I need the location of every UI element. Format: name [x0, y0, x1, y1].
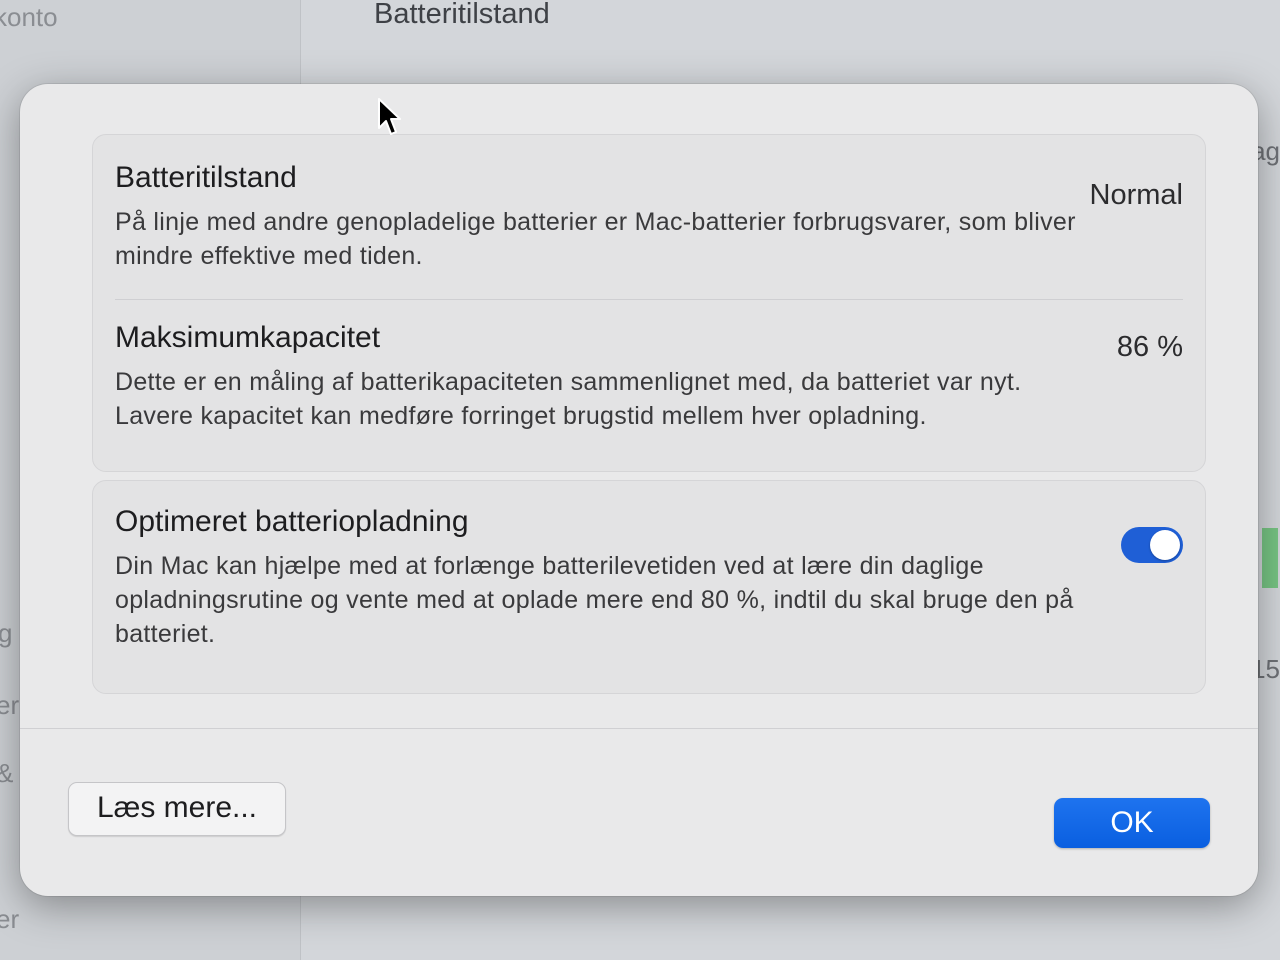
battery-health-title: Batteritilstand	[115, 161, 297, 194]
battery-info-group: Batteritilstand På linje med andre genop…	[92, 134, 1206, 472]
sidebar-fragment[interactable]: er	[0, 904, 19, 935]
optimized-charging-description: Din Mac kan hjælpe med at forlænge batte…	[115, 552, 1074, 648]
battery-health-description: På linje med andre genopladelige batteri…	[115, 208, 1076, 270]
max-capacity-value: 86 %	[1116, 331, 1183, 363]
row-divider	[115, 299, 1183, 300]
max-capacity-title: Maksimumkapacitet	[115, 321, 381, 354]
mouse-pointer-icon	[378, 98, 401, 135]
sidebar-fragment[interactable]: er	[0, 690, 19, 721]
battery-health-row: Batteritilstand På linje med andre genop…	[115, 161, 1183, 273]
battery-health-value: Normal	[1089, 179, 1183, 211]
sidebar-fragment[interactable]: &	[0, 758, 13, 789]
learn-more-button[interactable]: Læs mere...	[68, 782, 286, 836]
max-capacity-description: Dette er en måling af batterikapaciteten…	[115, 368, 1022, 430]
ok-button[interactable]: OK	[1054, 798, 1210, 848]
optimized-charging-toggle[interactable]	[1121, 527, 1183, 563]
optimized-charging-title: Optimeret batteriopladning	[115, 505, 469, 538]
optimized-charging-group: Optimeret batteriopladning Din Mac kan h…	[92, 480, 1206, 694]
optimized-charging-row: Optimeret batteriopladning Din Mac kan h…	[115, 505, 1183, 651]
max-capacity-row: Maksimumkapacitet Dette er en måling af …	[115, 321, 1183, 433]
footer-divider	[20, 728, 1258, 729]
sidebar-fragment[interactable]: konto	[0, 2, 58, 33]
battery-sheet-dialog: Batteritilstand På linje med andre genop…	[20, 84, 1258, 896]
window-title: Batteritilstand	[374, 0, 550, 30]
sidebar-fragment[interactable]: g	[0, 618, 12, 649]
toggle-knob	[1150, 530, 1180, 560]
background-indicator	[1262, 528, 1278, 588]
